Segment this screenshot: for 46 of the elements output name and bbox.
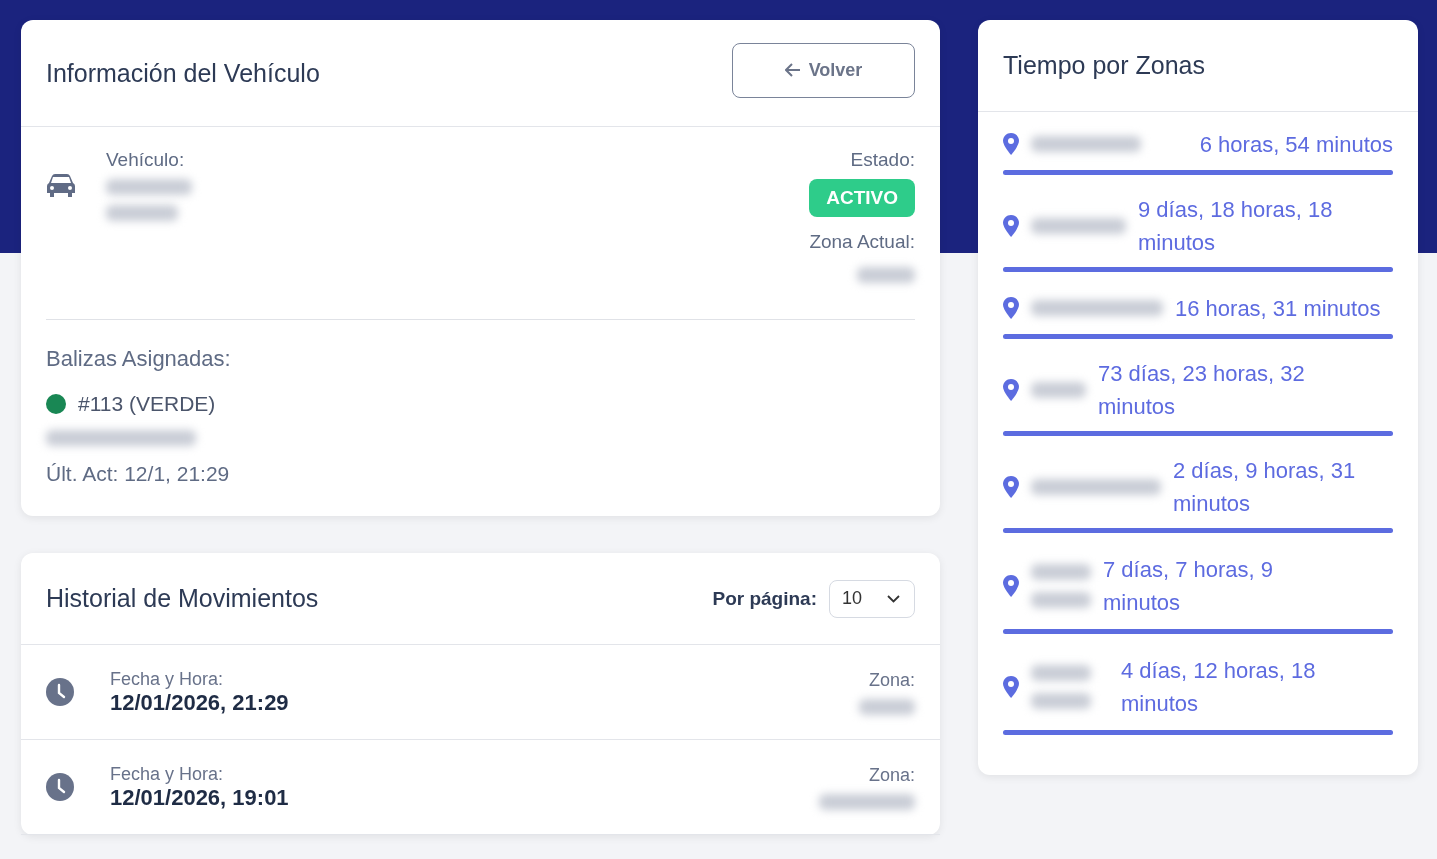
zone-label: Zona Actual: — [809, 231, 915, 253]
last-update-text: Últ. Act: 12/1, 21:29 — [46, 462, 231, 486]
zone-time: 4 días, 12 horas, 18 minutos — [1121, 657, 1317, 718]
zone-label: Zona: — [868, 669, 915, 691]
redacted-text — [859, 698, 915, 715]
redacted-text — [1031, 693, 1091, 709]
location-pin-icon — [1003, 575, 1019, 597]
clock-icon — [46, 773, 74, 801]
redacted-text — [857, 267, 915, 283]
card-title: Historial de Movimientos — [46, 584, 319, 613]
zone-time: 6 horas, 54 minutos — [1198, 130, 1393, 159]
redacted-text — [1031, 382, 1086, 398]
zone-time: 16 horas, 31 minutos — [1175, 294, 1382, 323]
arrow-left-icon — [784, 63, 801, 77]
zone-time: 2 días, 9 horas, 31 minutos — [1173, 457, 1357, 518]
zone-time: 7 días, 7 horas, 9 minutos — [1103, 556, 1274, 617]
date-value: 12/01/2026, 21:29 — [110, 689, 289, 716]
location-pin-icon — [1003, 379, 1019, 401]
location-pin-icon — [1003, 676, 1019, 698]
per-page-label: Por página: — [712, 587, 817, 610]
per-page-select[interactable]: 10 — [829, 579, 915, 618]
date-value: 12/01/2026, 19:01 — [110, 784, 289, 811]
zone-time: 73 días, 23 horas, 32 minutos — [1098, 360, 1306, 421]
chevron-down-icon — [887, 594, 900, 603]
location-pin-icon — [1003, 133, 1019, 155]
section-title: Balizas Asignadas: — [46, 346, 232, 372]
zone-time: 9 días, 18 horas, 18 minutos — [1138, 196, 1334, 257]
status-label: Estado: — [850, 149, 915, 171]
redacted-text — [1031, 564, 1091, 580]
back-button[interactable]: Volver — [732, 42, 915, 98]
vehicle-label: Vehículo: — [106, 149, 186, 171]
location-pin-icon — [1003, 215, 1019, 237]
date-label: Fecha y Hora: — [110, 763, 225, 785]
card-title: Tiempo por Zonas — [1003, 51, 1205, 80]
date-label: Fecha y Hora: — [110, 668, 225, 690]
card-title: Información del Vehículo — [46, 58, 320, 88]
beacon-name: #113 (VERDE) — [78, 392, 216, 416]
status-badge: ACTIVO — [809, 179, 915, 217]
location-pin-icon — [1003, 476, 1019, 498]
redacted-text — [106, 205, 178, 221]
clock-icon — [46, 678, 74, 706]
location-pin-icon — [1003, 297, 1019, 319]
zone-label: Zona: — [868, 764, 915, 786]
car-icon — [46, 173, 76, 199]
redacted-text — [1031, 665, 1091, 681]
redacted-text — [1031, 592, 1091, 608]
